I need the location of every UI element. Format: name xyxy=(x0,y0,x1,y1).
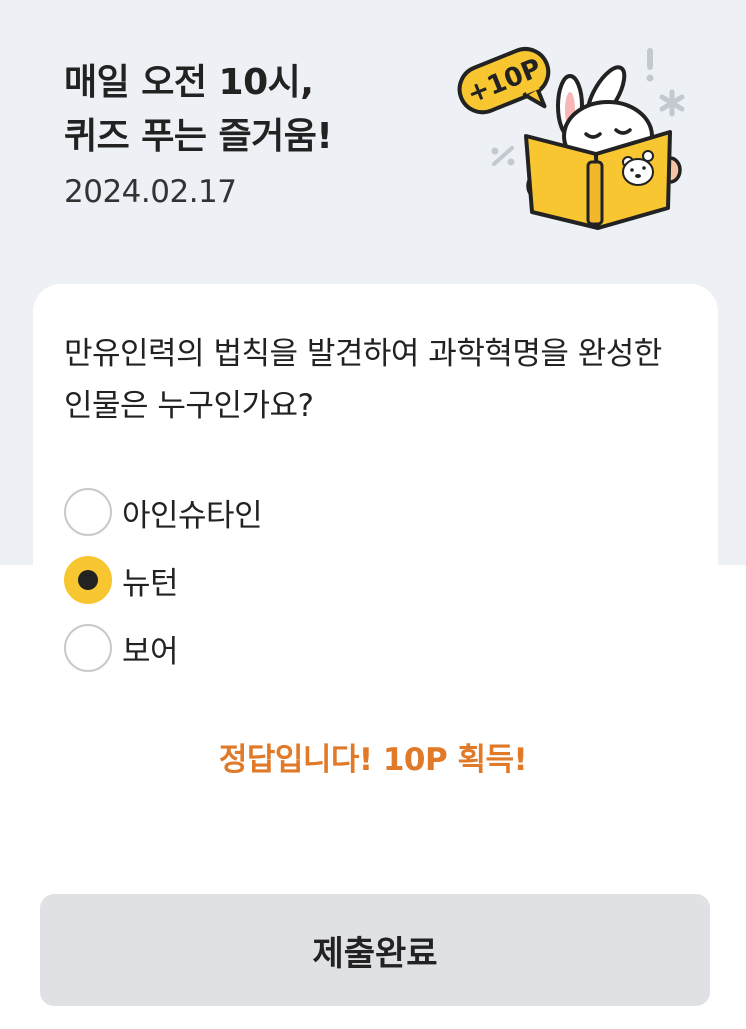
option-bohr[interactable]: 보어 xyxy=(64,624,179,672)
points-badge: +10P xyxy=(457,47,551,115)
submit-button[interactable]: 제출완료 xyxy=(40,894,710,1006)
quiz-date: 2024.02.17 xyxy=(64,174,237,210)
quiz-question: 만유인력의 법칙을 발견하여 과학혁명을 완성한 인물은 누구인가요? xyxy=(64,336,662,424)
page-title-line1: 매일 오전 10시, xyxy=(64,62,314,103)
option-einstein[interactable]: 아인슈타인 xyxy=(64,488,263,536)
result-message: 정답입니다! 10P 획득! xyxy=(218,742,528,778)
rabbit-reading-book-illustration: +10P xyxy=(457,47,685,230)
option-label: 보어 xyxy=(122,633,179,670)
page-title: 매일 오전 10시, 퀴즈 푸는 즐거움! xyxy=(64,56,333,164)
page-title-line2: 퀴즈 푸는 즐거움! xyxy=(64,116,333,157)
option-label: 아인슈타인 xyxy=(122,497,263,534)
radio-unselected-icon[interactable] xyxy=(64,488,112,536)
option-newton[interactable]: 뉴턴 xyxy=(64,556,179,604)
percent-icon xyxy=(491,146,515,166)
radio-selected-icon[interactable] xyxy=(64,556,112,604)
option-label: 뉴턴 xyxy=(122,565,179,602)
asterisk-icon xyxy=(659,89,685,117)
radio-unselected-icon[interactable] xyxy=(64,624,112,672)
exclamation-mark-icon xyxy=(647,48,653,70)
